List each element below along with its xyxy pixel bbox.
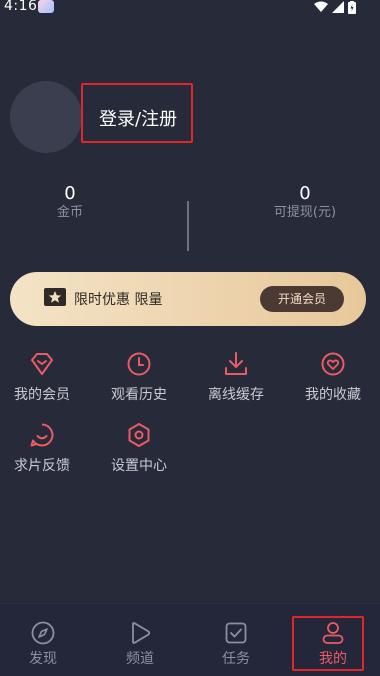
open-vip-button[interactable]: 开通会员 — [260, 286, 344, 312]
login-register-link[interactable]: 登录/注册 — [99, 105, 177, 131]
settings-hex-icon — [128, 423, 150, 447]
vip-promo-text: 限时优惠 限量 — [74, 292, 163, 308]
chat-smile-icon — [30, 423, 54, 447]
play-icon — [132, 622, 151, 644]
withdrawable-label: 可提现(元) — [273, 205, 337, 220]
coins-value: 0 — [64, 183, 76, 204]
avatar[interactable] — [10, 81, 82, 153]
signal-icon — [332, 1, 344, 13]
nav-active-highlight-box — [292, 616, 364, 671]
menu-item-label: 求片反馈 — [14, 458, 70, 474]
coins-stat[interactable]: 0 金币 — [40, 184, 100, 222]
nav-label: 频道 — [126, 651, 154, 667]
battery-icon — [348, 0, 356, 14]
stats-divider — [187, 201, 189, 251]
wifi-icon — [314, 1, 328, 12]
menu-item-label: 离线缓存 — [208, 387, 264, 403]
nav-label: 发现 — [29, 651, 57, 667]
menu-item-label: 我的会员 — [14, 387, 70, 403]
nav-label: 任务 — [222, 651, 250, 667]
menu-item-my-vip[interactable]: 我的会员 — [2, 350, 82, 404]
task-check-icon — [225, 622, 247, 644]
clock-icon — [127, 352, 151, 376]
menu-item-label: 设置中心 — [111, 458, 167, 474]
heart-icon — [321, 352, 345, 376]
status-bar: 4:16 — [0, 0, 380, 16]
vip-star-icon — [44, 288, 66, 306]
withdrawable-value: 0 — [299, 183, 311, 204]
menu-item-request-feedback[interactable]: 求片反馈 — [2, 421, 82, 475]
coins-label: 金币 — [56, 205, 83, 220]
vip-banner[interactable]: 限时优惠 限量 开通会员 — [10, 272, 366, 326]
menu-item-watch-history[interactable]: 观看历史 — [99, 350, 179, 404]
menu-item-label: 我的收藏 — [305, 387, 361, 403]
menu-item-offline-cache[interactable]: 离线缓存 — [196, 350, 276, 404]
nav-tab-channels[interactable]: 频道 — [110, 620, 170, 668]
diamond-icon — [31, 353, 53, 375]
download-icon — [225, 352, 247, 375]
nav-tab-discover[interactable]: 发现 — [13, 620, 73, 668]
withdrawable-stat[interactable]: 0 可提现(元) — [250, 184, 360, 222]
menu-item-label: 观看历史 — [111, 387, 167, 403]
status-time: 4:16 — [4, 0, 38, 14]
status-icons — [314, 0, 356, 14]
compass-icon — [31, 621, 55, 645]
nav-tab-tasks[interactable]: 任务 — [206, 620, 266, 668]
menu-item-settings[interactable]: 设置中心 — [99, 421, 179, 475]
menu-item-favorites[interactable]: 我的收藏 — [293, 350, 373, 404]
app-notification-icon — [38, 0, 54, 13]
